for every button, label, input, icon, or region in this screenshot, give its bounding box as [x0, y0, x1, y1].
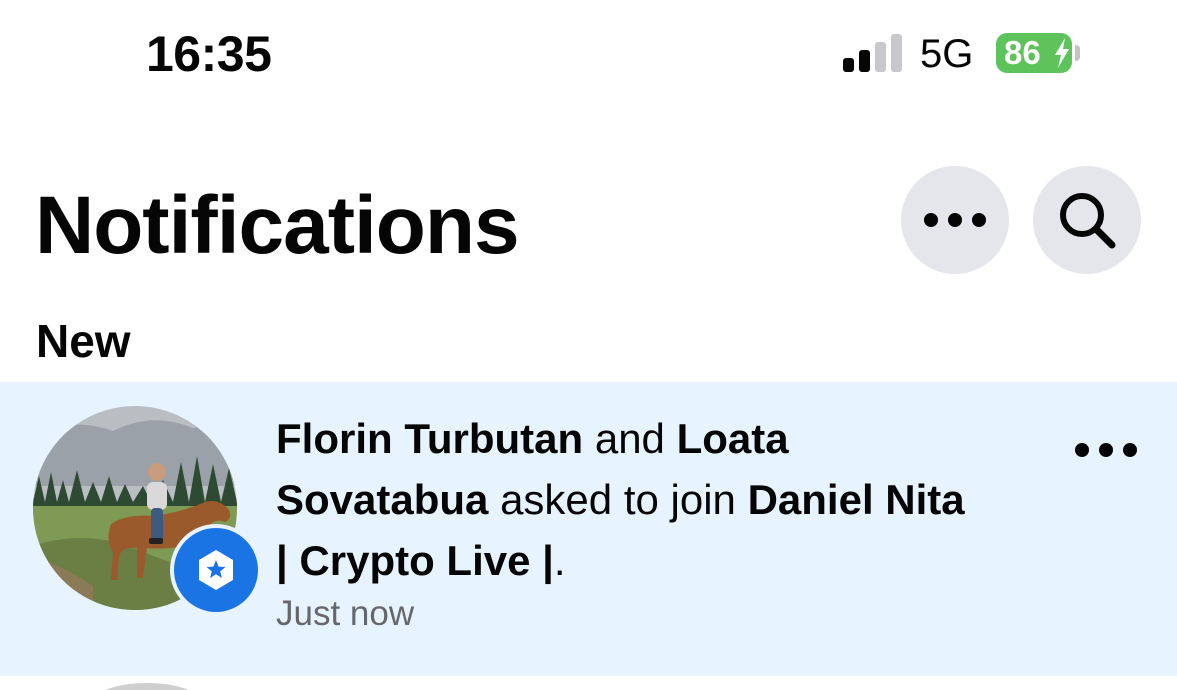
section-label-new: New — [36, 315, 131, 367]
signal-bar-2 — [859, 50, 870, 72]
actor-name[interactable]: Florin Turbutan — [276, 415, 583, 462]
notification-timestamp: Just now — [276, 594, 415, 633]
notification-text: Florin Turbutan and Loata Sovatabua aske… — [276, 408, 976, 591]
signal-bar-4 — [891, 34, 902, 72]
battery-indicator: 86 — [996, 33, 1072, 73]
search-button[interactable] — [1033, 166, 1141, 274]
end-punctuation: . — [553, 537, 566, 584]
notification-options-button[interactable] — [1064, 428, 1148, 472]
signal-bar-3 — [875, 42, 886, 72]
connector-text: and — [594, 415, 665, 462]
notifications-screen: 16:35 5G 86 Notifications New Florin Tur… — [0, 0, 1177, 690]
battery-tip — [1075, 45, 1080, 61]
more-horizontal-icon — [924, 213, 986, 227]
action-text: asked to join — [500, 476, 736, 523]
signal-bar-1 — [843, 58, 854, 72]
cellular-signal-icon — [843, 34, 902, 72]
more-options-button[interactable] — [901, 166, 1009, 274]
network-type: 5G — [920, 32, 974, 76]
next-notification-avatar — [92, 683, 202, 690]
group-badge — [174, 528, 258, 612]
search-icon — [1060, 193, 1116, 249]
battery-level: 86 — [1004, 34, 1041, 71]
notification-item[interactable]: Florin Turbutan and Loata Sovatabua aske… — [0, 382, 1177, 676]
charging-bolt-icon — [1055, 38, 1069, 68]
group-star-icon — [199, 550, 233, 590]
more-horizontal-icon — [1075, 443, 1137, 457]
status-time: 16:35 — [146, 26, 272, 82]
page-title: Notifications — [35, 180, 520, 271]
